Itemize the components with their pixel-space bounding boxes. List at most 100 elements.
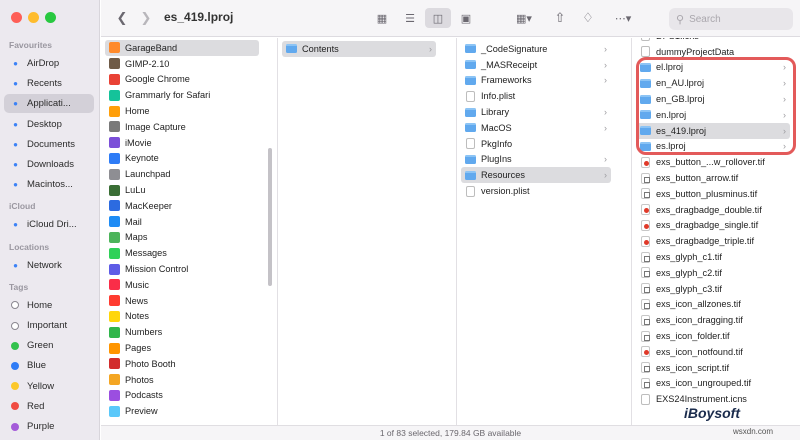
folder-icon <box>286 44 297 54</box>
column-view-button[interactable]: ◫ <box>425 8 451 28</box>
list-item[interactable]: DPS1.icns <box>636 38 790 44</box>
list-item[interactable]: GIMP-2.10 <box>105 56 259 72</box>
list-view-button[interactable]: ☰ <box>397 8 423 28</box>
list-item[interactable]: version.plist <box>461 183 611 199</box>
share-button[interactable]: ⇧ <box>551 8 569 28</box>
group-button[interactable]: ▦▾ <box>509 8 539 28</box>
list-item[interactable]: Notes <box>105 309 259 325</box>
list-item[interactable]: Contents › <box>282 41 436 57</box>
list-item[interactable]: PkgInfo <box>461 136 611 152</box>
file-icon <box>641 330 650 342</box>
list-item[interactable]: MacOS › <box>461 120 611 136</box>
list-item[interactable]: Music <box>105 277 259 293</box>
sidebar-item[interactable]: Green <box>4 336 94 355</box>
sidebar-item[interactable]: ● AirDrop <box>4 54 94 73</box>
list-item[interactable]: Podcasts <box>105 388 259 404</box>
item-label: Grammarly for Safari <box>125 90 211 101</box>
list-item[interactable]: Resources › <box>461 167 611 184</box>
list-item[interactable]: Mission Control <box>105 261 259 277</box>
gallery-view-button[interactable]: ▣ <box>453 8 479 28</box>
sidebar-item[interactable]: ● iCloud Dri... <box>4 215 94 234</box>
item-label: PkgInfo <box>481 138 513 149</box>
close-window-button[interactable] <box>11 12 22 23</box>
list-item[interactable]: Google Chrome <box>105 72 259 88</box>
list-item[interactable]: exs_icon_script.tif <box>636 360 790 376</box>
sidebar-item[interactable]: Home <box>4 296 94 315</box>
app-icon <box>109 216 120 228</box>
sidebar-item[interactable]: ● Documents <box>4 135 94 154</box>
tag-button[interactable]: ♢ <box>579 8 597 28</box>
list-item[interactable]: exs_icon_folder.tif <box>636 328 790 344</box>
list-item[interactable]: Home <box>105 103 259 119</box>
list-item[interactable]: Image Capture <box>105 119 259 135</box>
list-item[interactable]: exs_button_arrow.tif <box>636 170 790 186</box>
list-item[interactable]: Photo Booth <box>105 356 259 372</box>
list-item[interactable]: PlugIns › <box>461 152 611 168</box>
search-input[interactable] <box>689 13 780 25</box>
list-item[interactable]: MacKeeper <box>105 198 259 214</box>
list-item[interactable]: exs_button_...w_rollover.tif <box>636 154 790 170</box>
action-button[interactable]: ⋯▾ <box>609 8 637 28</box>
list-item[interactable]: Photos <box>105 372 259 388</box>
sidebar-item[interactable]: ● Desktop <box>4 115 94 134</box>
chevron-right-icon: › <box>604 170 607 181</box>
list-item[interactable]: exs_icon_ungrouped.tif <box>636 376 790 392</box>
zoom-window-button[interactable] <box>45 12 56 23</box>
list-item[interactable]: Pages <box>105 340 259 356</box>
list-item[interactable]: Library › <box>461 104 611 120</box>
list-item[interactable]: exs_glyph_c2.tif <box>636 265 790 281</box>
sidebar-item[interactable]: Blue <box>4 356 94 375</box>
list-item[interactable]: LuLu <box>105 182 259 198</box>
list-item[interactable]: exs_button_plusminus.tif <box>636 186 790 202</box>
search-field[interactable]: ⚲ <box>669 8 793 30</box>
list-item[interactable]: Mail <box>105 214 259 230</box>
sidebar-item-label: Green <box>27 340 54 352</box>
app-icon <box>109 310 120 322</box>
share-icon: ⇧ <box>554 10 566 25</box>
icon-view-button[interactable]: ▦ <box>369 8 395 28</box>
list-item[interactable]: Frameworks › <box>461 73 611 89</box>
list-item[interactable]: News <box>105 293 259 309</box>
sidebar-item[interactable]: ● Downloads <box>4 155 94 174</box>
list-item[interactable]: _MASReceipt › <box>461 57 611 73</box>
forward-button[interactable]: ❯ <box>137 8 155 28</box>
list-item[interactable]: exs_dragbadge_single.tif <box>636 218 790 234</box>
list-item[interactable]: exs_glyph_c3.tif <box>636 281 790 297</box>
list-item[interactable]: Grammarly for Safari <box>105 87 259 103</box>
list-item[interactable]: _CodeSignature › <box>461 41 611 57</box>
list-item[interactable]: exs_icon_allzones.tif <box>636 297 790 313</box>
list-item[interactable]: exs_icon_dragging.tif <box>636 312 790 328</box>
list-item[interactable]: Maps <box>105 230 259 246</box>
list-item[interactable]: Messages <box>105 245 259 261</box>
list-item[interactable]: Preview <box>105 403 259 419</box>
sidebar-item[interactable]: ● Macintos... <box>4 175 94 194</box>
sidebar-item[interactable]: Important <box>4 316 94 335</box>
sidebar-item[interactable]: ● Network <box>4 256 94 275</box>
back-button[interactable]: ❮ <box>113 8 131 28</box>
list-item[interactable]: exs_dragbadge_double.tif <box>636 202 790 218</box>
sidebar-item[interactable]: Red <box>4 397 94 416</box>
applications-scrollbar[interactable] <box>268 148 272 286</box>
sidebar-item[interactable]: Yellow <box>4 377 94 396</box>
folder-icon <box>465 44 476 54</box>
tag-color-dot <box>11 341 19 350</box>
list-item[interactable]: Launchpad <box>105 166 259 182</box>
chevron-right-icon: › <box>604 122 607 133</box>
list-item[interactable]: exs_glyph_c1.tif <box>636 249 790 265</box>
minimize-window-button[interactable] <box>28 12 39 23</box>
sidebar-item[interactable]: Purple <box>4 417 94 436</box>
sidebar-section-locations: Locations <box>9 241 50 252</box>
list-item[interactable]: Info.plist <box>461 88 611 104</box>
list-item[interactable]: iMovie <box>105 135 259 151</box>
list-item[interactable]: GarageBand <box>105 40 259 56</box>
list-item[interactable]: exs_dragbadge_triple.tif <box>636 233 790 249</box>
file-icon <box>641 393 650 405</box>
sidebar-item[interactable]: ● Applicati... <box>4 94 94 114</box>
sidebar-item[interactable]: ● Recents <box>4 74 94 93</box>
app-icon <box>109 231 120 243</box>
list-item[interactable]: exs_icon_notfound.tif <box>636 344 790 360</box>
file-icon <box>641 377 650 389</box>
item-label: MacOS <box>481 122 512 133</box>
list-item[interactable]: Numbers <box>105 324 259 340</box>
list-item[interactable]: Keynote <box>105 151 259 167</box>
